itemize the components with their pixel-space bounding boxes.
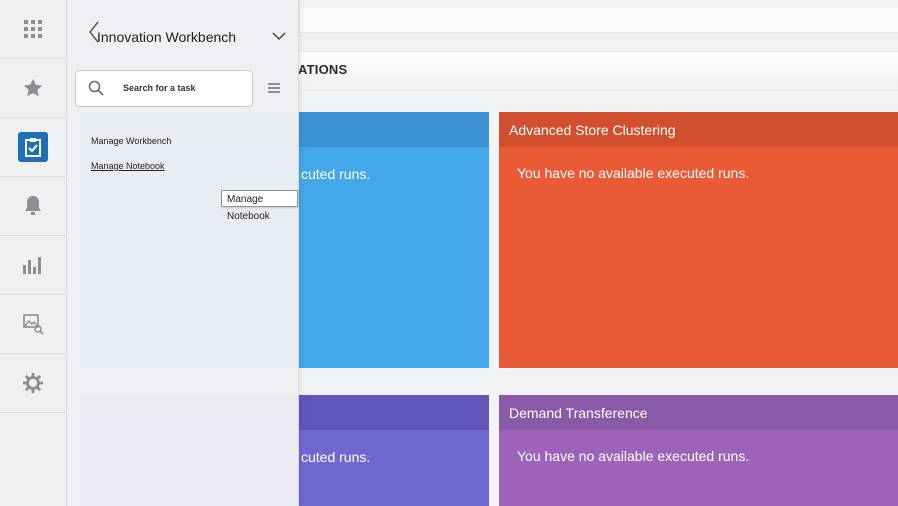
left-nav-rail [0,0,67,506]
panel-header: Innovation Workbench [67,10,298,54]
task-search-input[interactable]: Search for a task [75,70,253,107]
main-header-bar [300,8,898,33]
bell-icon [25,196,41,215]
rail-item-image-search[interactable] [0,295,66,354]
task-panel: Innovation Workbench Search for a task M… [67,0,299,506]
rail-item-settings[interactable] [0,354,66,413]
search-placeholder: Search for a task [123,83,196,93]
rail-item-reports[interactable] [0,236,66,295]
app-grid-icon [24,20,42,38]
rail-item-apps[interactable] [0,0,66,59]
image-search-icon [23,314,44,335]
section-title: ATIONS [298,62,348,77]
card-title: Demand Transference [499,395,898,430]
bar-chart-icon [23,257,41,274]
card-message: You have no available executed runs. [517,448,750,464]
rail-item-favorites[interactable] [0,59,66,118]
card-message: cuted runs. [301,449,371,465]
chevron-down-icon[interactable] [272,31,286,41]
card-title: Advanced Store Clustering [499,112,898,147]
menu-item-manage-workbench[interactable]: Manage Workbench [91,136,171,146]
panel-title: Innovation Workbench [97,29,237,45]
rail-item-notifications[interactable] [0,177,66,236]
solution-card-advanced-store-clustering[interactable]: Advanced Store Clustering You have no av… [499,112,898,368]
rail-item-tasks[interactable] [0,118,66,177]
list-view-icon[interactable] [268,82,280,94]
card-message: You have no available executed runs. [517,165,750,181]
star-icon [23,78,43,97]
gear-icon [22,372,44,394]
active-tile [18,132,48,162]
search-icon [88,80,104,96]
menu-item-manage-notebook[interactable]: Manage Notebook [91,161,165,171]
card-message: cuted runs. [301,166,371,182]
clipboard-check-icon [25,138,41,157]
tooltip: Manage Notebook [221,190,298,222]
solution-card-demand-transference[interactable]: Demand Transference You have no availabl… [499,395,898,506]
